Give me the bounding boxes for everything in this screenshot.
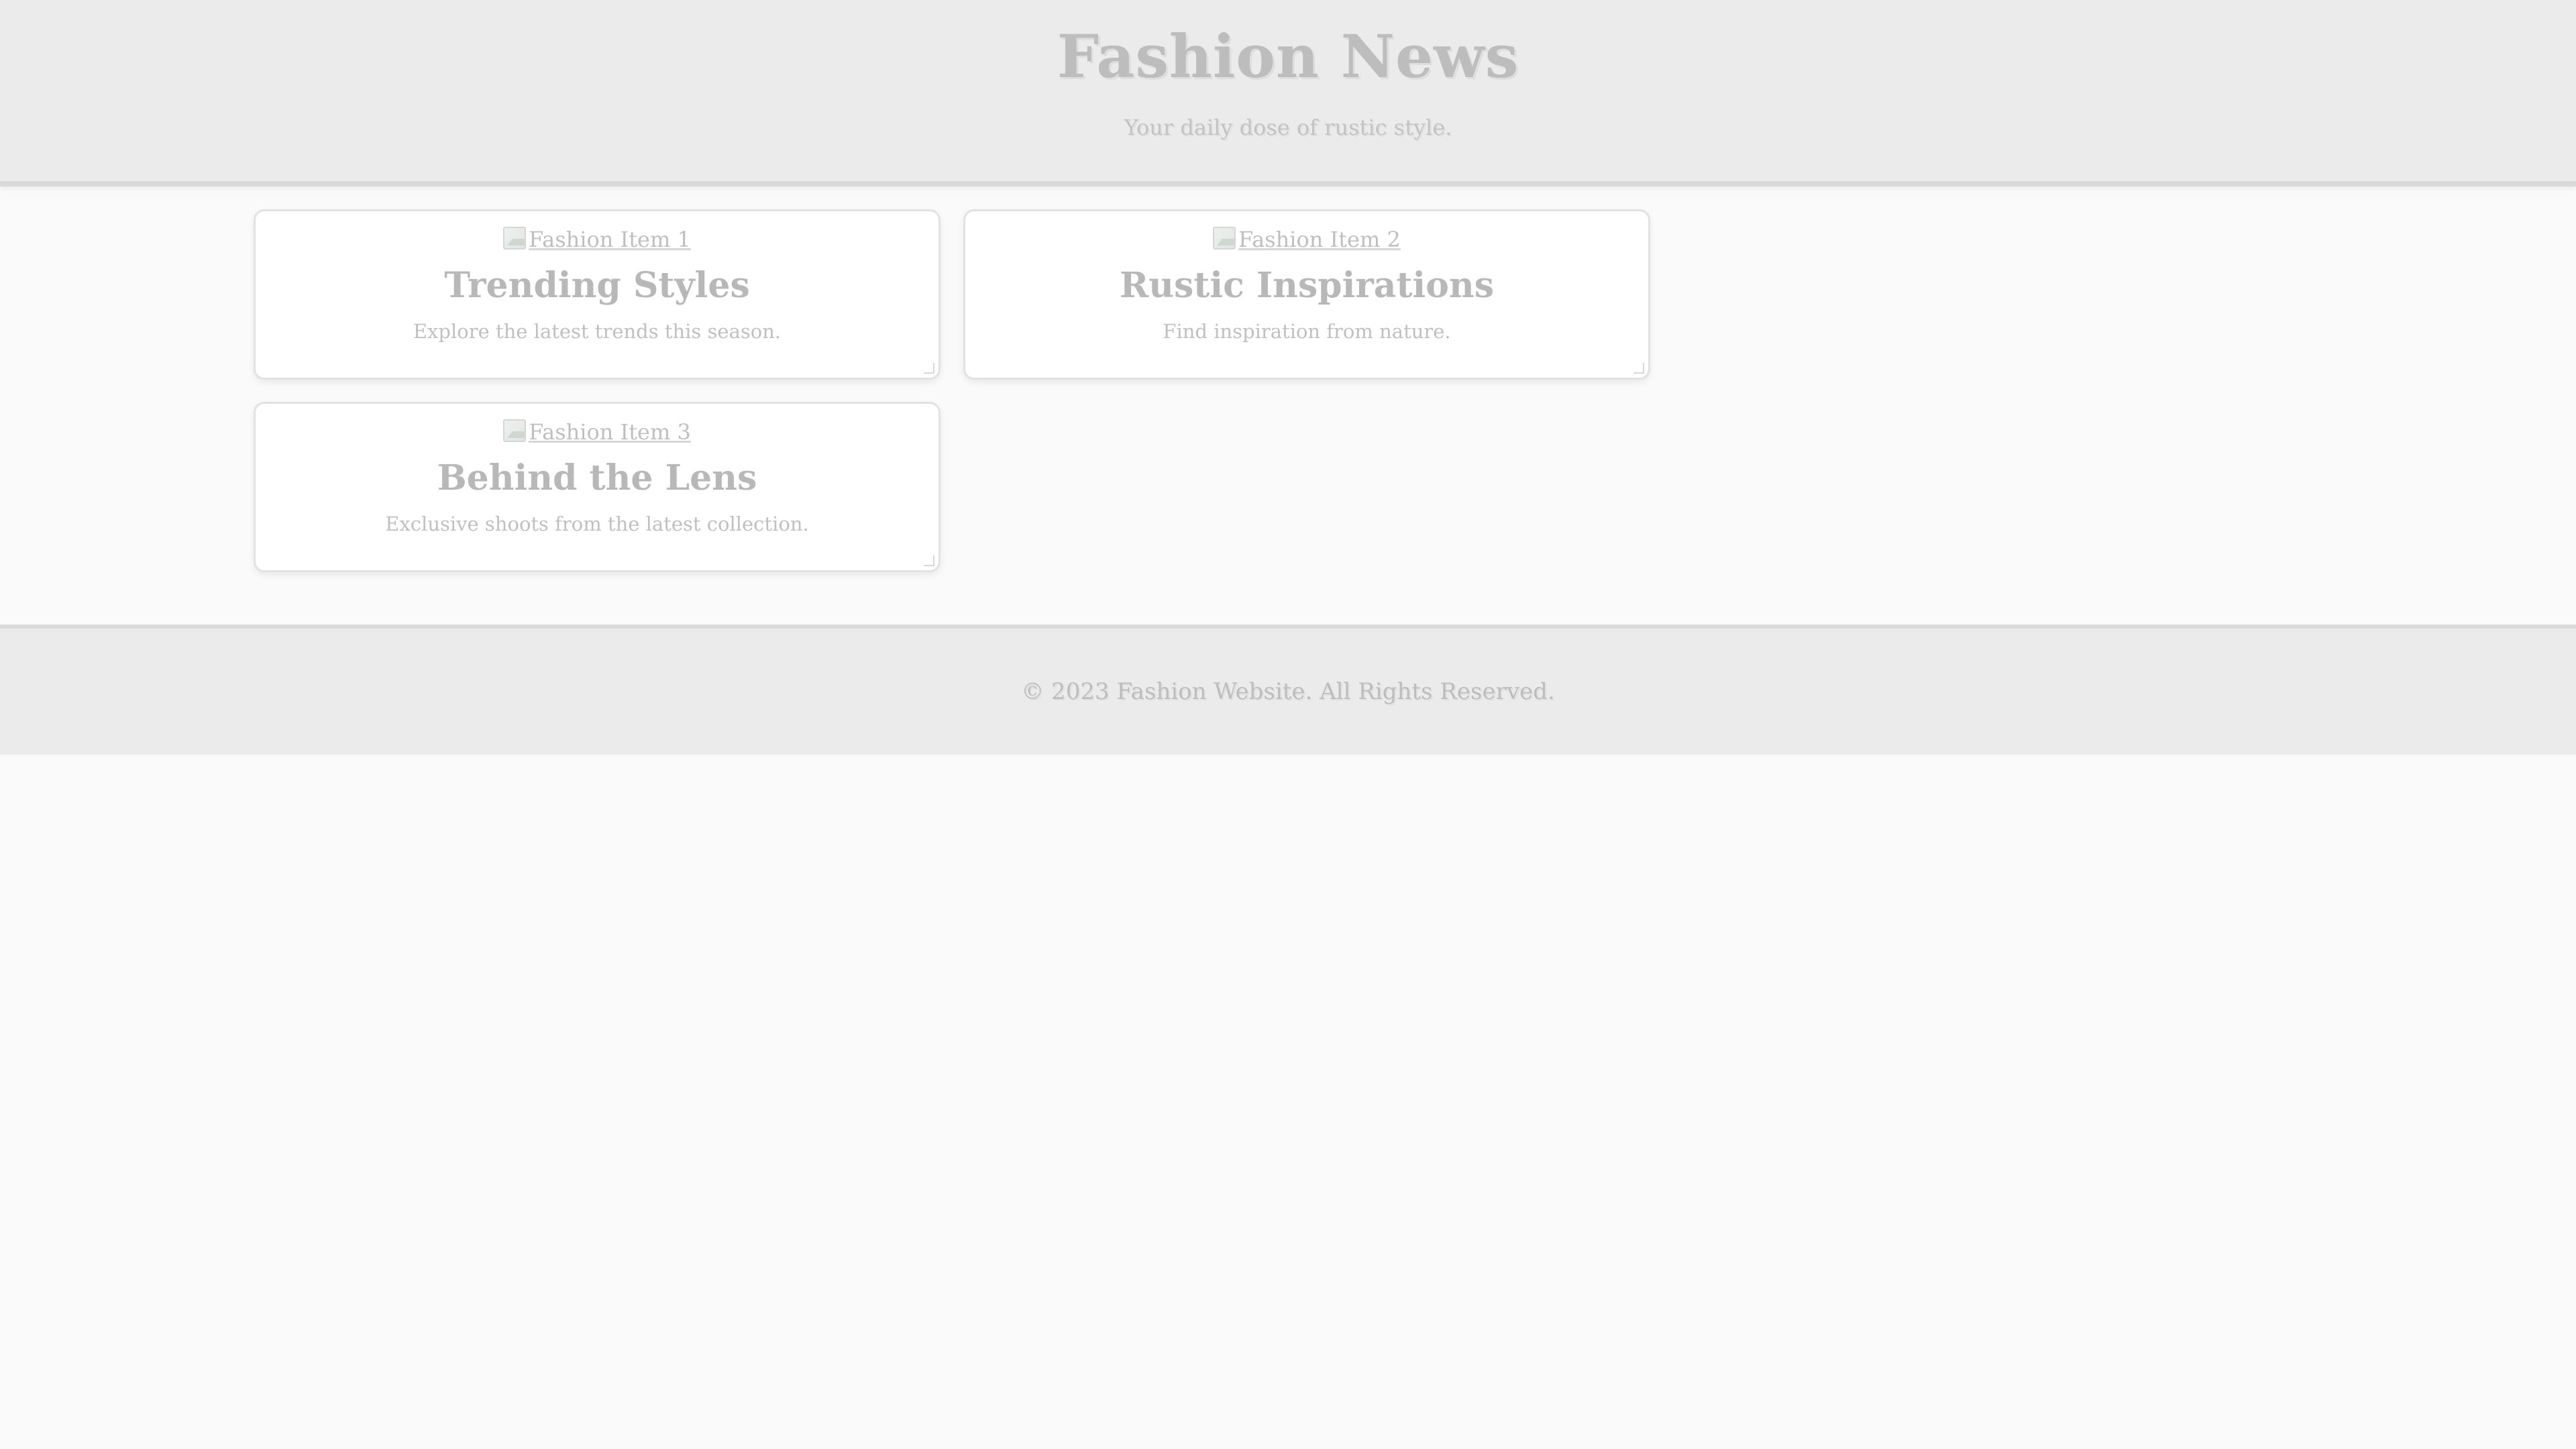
article-image: Fashion Item 1 xyxy=(503,226,691,253)
site-subtitle: Your daily dose of rustic style. xyxy=(1124,115,1452,140)
image-alt-text: Fashion Item 1 xyxy=(529,227,691,252)
resize-grip-icon xyxy=(924,363,934,374)
article-card[interactable]: Fashion Item 3 Behind the Lens Exclusive… xyxy=(254,402,941,572)
article-card[interactable]: Fashion Item 1 Trending Styles Explore t… xyxy=(254,209,941,380)
article-description: Find inspiration from nature. xyxy=(1163,320,1451,343)
article-image: Fashion Item 2 xyxy=(1213,226,1401,253)
article-description: Exclusive shoots from the latest collect… xyxy=(385,513,809,535)
broken-image-icon xyxy=(1213,227,1236,250)
article-title[interactable]: Trending Styles xyxy=(256,265,938,307)
resize-grip-icon xyxy=(1633,363,1644,374)
image-alt-text: Fashion Item 3 xyxy=(529,419,691,445)
article-title[interactable]: Behind the Lens xyxy=(256,458,938,499)
article-description: Explore the latest trends this season. xyxy=(413,320,782,343)
site-footer: © 2023 Fashion Website. All Rights Reser… xyxy=(0,625,2576,755)
resize-grip-icon xyxy=(924,555,934,566)
site-header: Fashion News Your daily dose of rustic s… xyxy=(0,0,2576,186)
broken-image-icon xyxy=(503,419,527,442)
article-card[interactable]: Fashion Item 2 Rustic Inspirations Find … xyxy=(963,209,1650,380)
image-alt-text: Fashion Item 2 xyxy=(1238,227,1401,252)
broken-image-icon xyxy=(503,227,527,250)
article-title[interactable]: Rustic Inspirations xyxy=(965,265,1648,307)
article-image: Fashion Item 3 xyxy=(503,419,691,445)
footer-copyright: © 2023 Fashion Website. All Rights Reser… xyxy=(1021,678,1555,705)
site-title: Fashion News xyxy=(1057,21,1519,91)
